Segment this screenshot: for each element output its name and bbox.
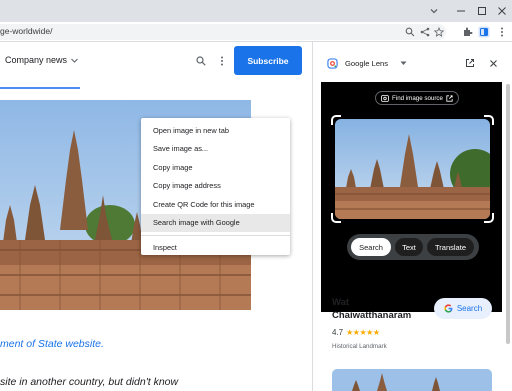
find-image-source-label: Find image source (392, 94, 443, 102)
result-category: Historical Landmark (332, 343, 387, 350)
open-in-new-tab-icon[interactable] (465, 58, 475, 68)
nav-company-news[interactable]: Company news (5, 55, 67, 65)
subscribe-button[interactable]: Subscribe (234, 46, 302, 75)
lens-mode-chips: Search Text Translate (347, 234, 479, 260)
result-thumbnail[interactable] (332, 369, 492, 391)
side-panel-icon[interactable] (478, 25, 490, 38)
google-lens-logo-icon (327, 58, 338, 69)
menu-open-image-new-tab[interactable]: Open image in new tab (141, 122, 290, 140)
toolbar: ge-worldwide/ (0, 22, 512, 42)
nav-active-indicator (0, 87, 80, 89)
side-panel-scrollbar[interactable] (506, 84, 510, 344)
chip-translate[interactable]: Translate (427, 238, 474, 256)
lens-camera-icon (381, 94, 389, 102)
result-title-line-2: Chaiwatthanaram (332, 310, 412, 321)
share-icon[interactable] (420, 27, 430, 37)
crop-handle-top-right[interactable] (484, 115, 494, 125)
chevron-down-icon[interactable] (70, 56, 79, 65)
result-rating: 4.7 ★★★★★ (332, 328, 380, 337)
menu-copy-image[interactable]: Copy image (141, 159, 290, 177)
menu-search-image-with-google[interactable]: Search image with Google (141, 213, 290, 233)
state-website-link[interactable]: ment of State website. (0, 338, 104, 350)
rating-value: 4.7 (332, 328, 344, 337)
close-window-icon[interactable] (495, 4, 509, 18)
more-vert-icon[interactable] (219, 55, 225, 67)
menu-inspect[interactable]: Inspect (141, 239, 290, 257)
tab-strip (0, 0, 512, 22)
crop-handle-top-left[interactable] (331, 115, 341, 125)
result-title: Wat Chaiwatthanaram (332, 296, 411, 322)
chip-text[interactable]: Text (395, 238, 423, 256)
tab-search-chevron-icon[interactable] (428, 5, 440, 17)
result-title-line-1: Wat (332, 297, 350, 308)
result-search-label: Search (456, 304, 483, 313)
site-nav: Company news Subscribe (0, 42, 312, 89)
chip-search[interactable]: Search (351, 238, 391, 256)
lens-side-panel: Google Lens Find image source Search Tex… (312, 42, 512, 391)
rating-stars-icon: ★★★★★ (346, 328, 380, 337)
bookmark-star-icon[interactable] (434, 27, 444, 37)
menu-create-qr-code[interactable]: Create QR Code for this image (141, 196, 290, 214)
zoom-icon[interactable] (405, 27, 415, 37)
body-paragraph: site in another country, but didn't know (0, 376, 179, 388)
extensions-puzzle-icon[interactable] (462, 25, 474, 37)
close-panel-icon[interactable] (489, 59, 498, 68)
google-g-icon (444, 304, 453, 313)
address-bar[interactable]: ge-worldwide/ (0, 24, 446, 40)
lens-image-viewer: Find image source Search Text Translate (321, 82, 502, 312)
minimize-icon[interactable] (454, 4, 468, 18)
crop-handle-bottom-left[interactable] (331, 213, 341, 223)
find-image-source-button[interactable]: Find image source (375, 91, 459, 105)
maximize-icon[interactable] (475, 4, 489, 18)
menu-save-image-as[interactable]: Save image as... (141, 140, 290, 158)
external-link-icon (446, 94, 453, 102)
browser-menu-icon[interactable] (496, 25, 508, 37)
url-text: ge-worldwide/ (0, 26, 53, 36)
result-search-button[interactable]: Search (434, 298, 492, 319)
lens-cropped-image[interactable] (335, 119, 490, 219)
search-icon[interactable] (196, 56, 206, 66)
dropdown-caret-icon[interactable] (400, 61, 407, 66)
crop-handle-bottom-right[interactable] (484, 213, 494, 223)
context-menu: Open image in new tab Save image as... C… (141, 118, 290, 255)
menu-divider (141, 235, 290, 237)
menu-copy-image-address[interactable]: Copy image address (141, 177, 290, 195)
lens-title[interactable]: Google Lens (345, 59, 388, 68)
side-panel-header: Google Lens (313, 42, 512, 82)
